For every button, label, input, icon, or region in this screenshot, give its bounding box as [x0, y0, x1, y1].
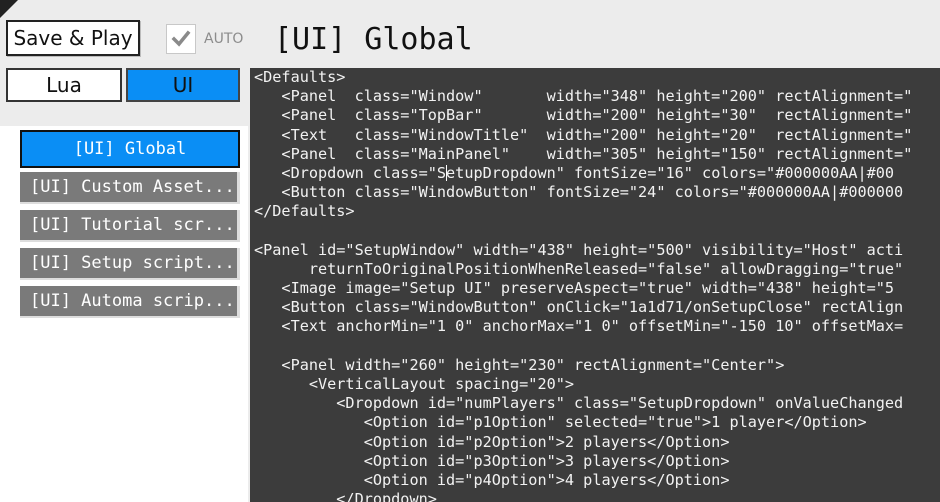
auto-label: AUTO [204, 31, 244, 47]
tab-lua[interactable]: Lua [6, 68, 122, 102]
code-line: </Defaults> [254, 202, 355, 221]
code-line: <Panel class="Window" width="348" height… [254, 87, 913, 106]
script-item-tutorial[interactable]: [UI] Tutorial scr... [20, 210, 240, 242]
script-item-automa[interactable]: [UI] Automa scrip... [20, 286, 240, 318]
code-line: <Option id="p3Option">3 players</Option> [254, 451, 730, 470]
code-line: <Text anchorMin="1 0" anchorMax="1 0" of… [254, 317, 904, 336]
auto-checkbox[interactable] [166, 24, 196, 54]
code-line: <Panel class="MainPanel" width="305" hei… [254, 144, 913, 163]
code-line: returnToOriginalPositionWhenReleased="fa… [254, 259, 904, 278]
code-line: <Option id="p2Option">2 players</Option> [254, 432, 730, 451]
script-item-ui-global[interactable]: [UI] Global [20, 130, 240, 168]
code-line: <Button class="WindowButton" fontSize="2… [254, 183, 904, 202]
save-and-play-button[interactable]: Save & Play [6, 20, 140, 56]
checkmark-icon [171, 30, 191, 47]
code-line: <Text class="WindowTitle" width="200" he… [254, 125, 913, 144]
script-item-setup[interactable]: [UI] Setup script... [20, 248, 240, 280]
page-title: [UI] Global [274, 22, 473, 57]
code-line: <Image image="Setup UI" preserveAspect="… [254, 279, 895, 298]
code-lines: <Defaults> <Panel class="Window" width="… [250, 68, 940, 502]
code-line: <Dropdown id="numPlayers" class="SetupDr… [254, 394, 904, 413]
code-editor[interactable]: <Defaults> <Panel class="Window" width="… [250, 68, 940, 502]
code-line: <Dropdown class="SetupDropdown" fontSize… [254, 163, 895, 182]
code-line: <Defaults> [254, 68, 346, 86]
code-line: <Option id="p4Option">4 players</Option> [254, 470, 730, 489]
script-list: [UI] Global [UI] Custom Asset... [UI] Tu… [0, 126, 248, 502]
code-line: <Panel class="TopBar" width="200" height… [254, 106, 913, 125]
code-line: <Option id="p1Option" selected="true">1 … [254, 413, 867, 432]
code-line: <Panel width="260" height="230" rectAlig… [254, 355, 785, 374]
script-item-custom-asset[interactable]: [UI] Custom Asset... [20, 172, 240, 204]
code-line: </Dropdown> [254, 490, 437, 502]
code-line: <Panel id="SetupWindow" width="438" heig… [254, 240, 904, 259]
code-line: <Button class="WindowButton" onClick="1a… [254, 298, 904, 317]
code-line: <VerticalLayout spacing="20"> [254, 375, 575, 393]
window-corner-marker [0, 0, 18, 18]
text-caret [446, 164, 448, 181]
tab-ui[interactable]: UI [126, 68, 240, 102]
